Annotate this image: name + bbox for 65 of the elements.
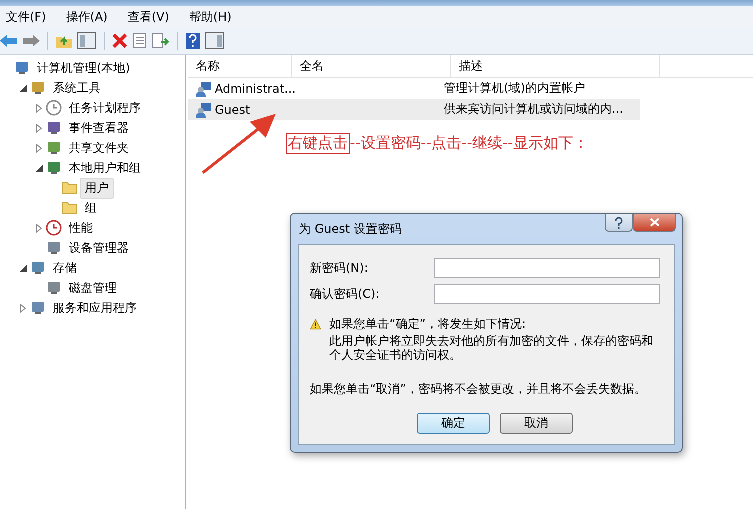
collapsed-triangle-icon[interactable] (36, 224, 42, 232)
field-label: 确认密码(C): (310, 286, 380, 302)
tree-item[interactable]: 共享文件夹 (64, 138, 134, 158)
tree-item[interactable]: 存储 (48, 258, 82, 278)
user-name: Guest (215, 102, 250, 116)
folder-icon (62, 181, 78, 195)
password-field[interactable] (434, 284, 660, 304)
tree-item[interactable]: 任务计划程序 (64, 98, 146, 118)
password-field[interactable] (434, 258, 660, 278)
forward-arrow-icon[interactable] (22, 34, 40, 48)
panel-icon[interactable] (205, 32, 225, 50)
annotation-highlight: 右键点击 (286, 133, 350, 154)
list-row[interactable]: Guest 供来宾访问计算机或访问域的内... (188, 99, 640, 120)
help-icon[interactable] (185, 32, 201, 50)
clock-icon (46, 100, 62, 116)
user-icon (196, 80, 212, 96)
folder-icon (62, 201, 78, 215)
tree-item[interactable]: 用户 (80, 178, 114, 198)
document-icon[interactable] (132, 33, 148, 49)
close-icon (650, 218, 660, 227)
user-icon (196, 102, 212, 118)
tree-item[interactable]: 设备管理器 (64, 238, 134, 258)
warning-icon (310, 317, 322, 332)
tree-item[interactable]: 磁盘管理 (64, 278, 122, 298)
collapsed-triangle-icon[interactable] (36, 104, 42, 112)
list-row[interactable]: Administrat... 管理计算机(域)的内置帐户 (188, 78, 640, 99)
tree-item[interactable]: 服务和应用程序 (48, 298, 142, 318)
tree-item[interactable]: 系统工具 (48, 78, 106, 98)
expanded-triangle-icon[interactable] (20, 264, 26, 272)
user-description: 管理计算机(域)的内置帐户 (444, 80, 586, 97)
menu-item[interactable]: 文件(F) (4, 8, 56, 26)
delete-icon[interactable] (112, 33, 128, 49)
warning-text: 此用户帐户将立即失去对他的所有加密的文件，保存的密码和个人安全证书的访问权。 (330, 334, 655, 362)
dialog-button[interactable]: 取消 (500, 413, 573, 434)
close-button[interactable] (633, 214, 676, 232)
back-arrow-icon[interactable] (0, 34, 18, 48)
dialog-button[interactable]: 确定 (417, 413, 490, 434)
help-icon (615, 216, 623, 228)
expanded-triangle-icon[interactable] (36, 164, 42, 172)
panel-icon[interactable] (77, 32, 97, 50)
tree-item[interactable]: 本地用户和组 (64, 158, 146, 178)
user-description: 供来宾访问计算机或访问域的内... (444, 101, 624, 118)
column-header[interactable]: 描述 (451, 55, 660, 77)
collapsed-triangle-icon[interactable] (20, 304, 26, 312)
tree-item[interactable]: 计算机管理(本地) (32, 58, 136, 78)
dialog-title: 为 Guest 设置密码 (299, 220, 402, 238)
collapsed-triangle-icon[interactable] (36, 144, 42, 152)
export-icon[interactable] (152, 33, 170, 49)
menu-item[interactable]: 操作(A) (64, 8, 118, 26)
expanded-triangle-icon[interactable] (20, 84, 26, 92)
tree-item[interactable]: 组 (80, 198, 102, 218)
field-label: 新密码(N): (310, 260, 368, 276)
computer-icon (14, 60, 30, 76)
annotation-text: --设置密码--点击--继续--显示如下： (350, 134, 588, 153)
column-header[interactable]: 全名 (292, 55, 451, 77)
warning-heading: 如果您单击“确定”，将发生如下情况: (330, 317, 528, 331)
cancel-note: 如果您单击“取消”，密码将不会被更改，并且将不会丢失数据。 (310, 382, 648, 396)
menu-item[interactable]: 查看(V) (126, 8, 180, 26)
tree-item[interactable]: 事件查看器 (64, 118, 134, 138)
help-button[interactable] (605, 214, 633, 232)
menu-item[interactable]: 帮助(H) (187, 8, 242, 26)
user-name: Administrat... (215, 82, 296, 96)
column-header[interactable]: 名称 (188, 55, 292, 77)
collapsed-triangle-icon[interactable] (36, 124, 42, 132)
tree-item[interactable]: 性能 (64, 218, 98, 238)
